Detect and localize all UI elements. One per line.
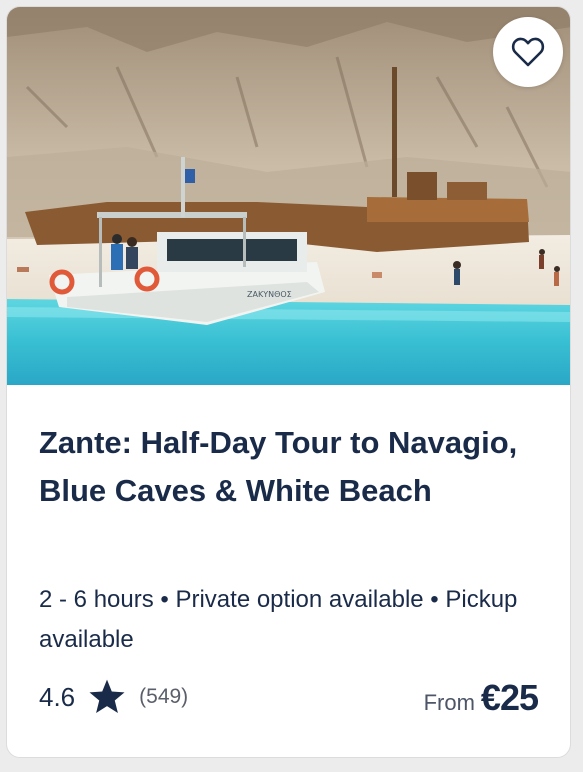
rating: 4.6 (549) — [39, 677, 188, 717]
rating-value: 4.6 — [39, 681, 76, 712]
boat-name: ΖΑΚΥΝΘΟΣ — [247, 290, 292, 299]
price: From €25 — [423, 677, 539, 723]
activity-meta: 2 - 6 hours • Private option available •… — [39, 586, 518, 653]
star-icon — [87, 678, 127, 716]
activity-title[interactable]: Zante: Half-Day Tour to Navagio, Blue Ca… — [39, 419, 539, 515]
wishlist-button[interactable] — [493, 17, 563, 87]
price-prefix: From — [423, 690, 475, 715]
heart-outline-icon — [511, 37, 545, 67]
photo-illustration: ΖΑΚΥΝΘΟΣ — [7, 7, 570, 385]
activity-photo[interactable]: ΖΑΚΥΝΘΟΣ — [7, 7, 570, 385]
price-value: €25 — [480, 677, 539, 718]
activity-card[interactable]: ΖΑΚΥΝΘΟΣ Zante: Half-Day Tour to Navagio… — [6, 6, 571, 758]
review-count: (549) — [139, 685, 189, 708]
